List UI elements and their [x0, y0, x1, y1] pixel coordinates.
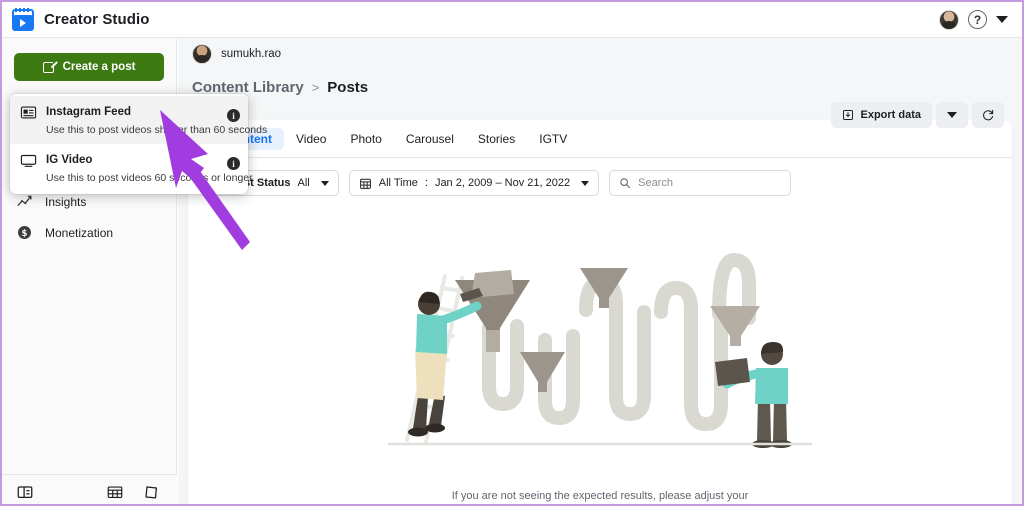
- tab-carousel[interactable]: Carousel: [394, 128, 466, 150]
- dollar-circle-icon: $: [16, 224, 33, 241]
- grid-table-icon[interactable]: [106, 483, 124, 501]
- account-row: sumukh.rao: [178, 38, 1022, 70]
- sidebar-item-monetization[interactable]: $ Monetization: [2, 217, 176, 248]
- refresh-button[interactable]: [972, 102, 1004, 128]
- create-post-menu: Instagram Feed Use this to post videos s…: [10, 94, 267, 194]
- menu-item-subtitle: Use this to post videos shorter than 60 …: [46, 124, 268, 136]
- info-icon[interactable]: i: [227, 109, 240, 122]
- content-panel: All content Video Photo Carousel Stories…: [188, 120, 1012, 504]
- compose-icon: [42, 59, 58, 74]
- sidebar-item-label: Insights: [45, 194, 87, 209]
- app-header: Creator Studio ?: [2, 2, 1022, 38]
- chevron-down-icon: [320, 180, 329, 186]
- creator-studio-play-icon: [12, 7, 34, 31]
- insights-chart-icon: [16, 193, 33, 210]
- menu-item-instagram-feed[interactable]: Instagram Feed Use this to post videos s…: [10, 96, 267, 144]
- create-post-label: Create a post: [62, 61, 136, 73]
- refresh-icon: [981, 108, 995, 122]
- chevron-down-icon: [947, 112, 957, 118]
- feed-post-icon: [20, 105, 37, 120]
- funnel-pipes-illustration: [387, 252, 813, 448]
- info-icon[interactable]: i: [227, 157, 240, 170]
- panel-toggle-icon[interactable]: [16, 483, 34, 501]
- avatar[interactable]: [939, 9, 959, 30]
- post-status-value: All: [297, 177, 310, 189]
- avatar[interactable]: [192, 44, 212, 64]
- search-input[interactable]: [638, 177, 782, 189]
- date-range-value: Jan 2, 2009 – Nov 21, 2022: [434, 177, 571, 189]
- menu-item-title: IG Video: [46, 154, 93, 166]
- monitor-video-icon: [20, 153, 37, 168]
- chevron-down-icon[interactable]: [996, 16, 1008, 23]
- page-flag-icon[interactable]: [142, 483, 160, 501]
- filter-bar: Post Status All All Time: Jan 2, 2009 –…: [188, 158, 1012, 196]
- menu-item-ig-video[interactable]: IG Video Use this to post videos 60 seco…: [10, 144, 253, 192]
- export-data-label: Export data: [860, 109, 921, 121]
- page-title: Creator Studio: [44, 11, 150, 28]
- breadcrumb: Content Library > Posts: [178, 70, 1022, 104]
- empty-state-message: If you are not seeing the expected resul…: [451, 490, 749, 502]
- export-dropdown-button[interactable]: [936, 102, 968, 128]
- account-name: sumukh.rao: [221, 48, 282, 60]
- tab-photo[interactable]: Photo: [338, 128, 393, 150]
- breadcrumb-parent[interactable]: Content Library: [192, 79, 304, 96]
- search-icon: [619, 177, 631, 189]
- breadcrumb-current: Posts: [327, 78, 369, 96]
- breadcrumb-separator: >: [311, 79, 320, 95]
- help-icon[interactable]: ?: [968, 10, 987, 29]
- create-post-button[interactable]: Create a post: [14, 53, 164, 81]
- sidebar-bottom-toolbar: [2, 474, 177, 504]
- header-actions: ?: [939, 9, 1012, 30]
- empty-state: If you are not seeing the expected resul…: [188, 192, 1012, 504]
- download-icon: [842, 109, 854, 121]
- chevron-down-icon: [581, 180, 590, 186]
- sidebar-item-label: Monetization: [45, 225, 114, 240]
- export-data-button[interactable]: Export data: [831, 102, 932, 128]
- menu-item-subtitle: Use this to post videos 60 seconds or lo…: [46, 172, 253, 184]
- calendar-icon: [359, 177, 372, 190]
- tab-video[interactable]: Video: [284, 128, 338, 150]
- tab-stories[interactable]: Stories: [466, 128, 527, 150]
- date-range-label: All Time: [378, 177, 418, 189]
- creator-studio-window: Creator Studio ? Create a post Insights …: [0, 0, 1024, 506]
- export-toolbar: Export data: [831, 102, 1004, 128]
- main-content: sumukh.rao Content Library > Posts Expor…: [178, 38, 1022, 504]
- date-range-colon: :: [424, 177, 428, 189]
- svg-text:$: $: [22, 229, 28, 239]
- tab-igtv[interactable]: IGTV: [527, 128, 579, 150]
- menu-item-title: Instagram Feed: [46, 106, 131, 118]
